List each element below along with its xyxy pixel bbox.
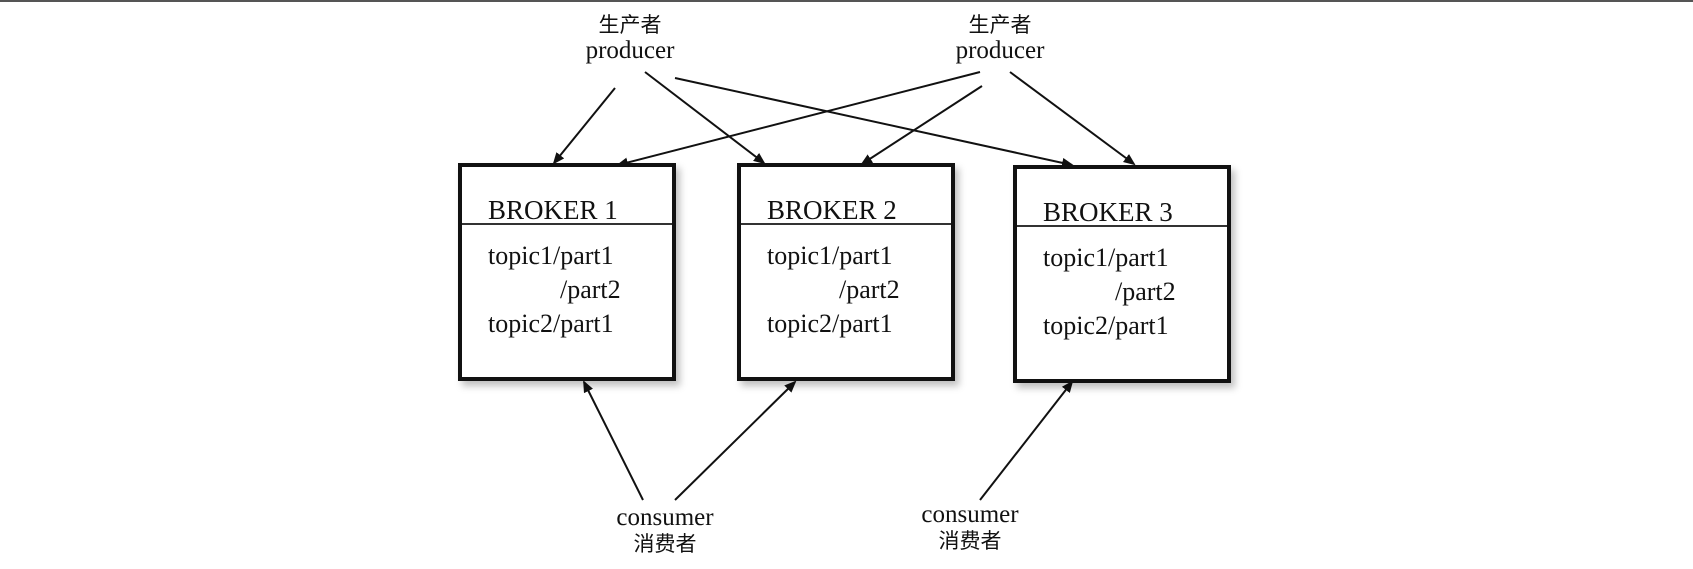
broker-title: BROKER 2 <box>741 167 951 225</box>
edge-consumer2-broker3 <box>979 380 1074 501</box>
producer-label-zh: 生产者 <box>598 13 662 37</box>
edge-producer1-broker3 <box>674 77 1074 168</box>
edge-consumer1-broker1 <box>583 380 644 501</box>
producer-label-en: producer <box>955 37 1045 64</box>
consumer-node-2: consumer 消费者 <box>890 502 1050 554</box>
producer-node-2: 生产者 producer <box>920 12 1080 64</box>
edge-producer2-broker3 <box>1009 71 1136 166</box>
partition-line: /part2 <box>560 275 621 304</box>
edge-producer1-broker2 <box>644 71 766 165</box>
partition-line: topic2/part1 <box>1043 311 1169 340</box>
consumer-node-1: consumer 消费者 <box>585 505 745 557</box>
partition-line: topic2/part1 <box>767 309 893 338</box>
consumer-label-en: consumer <box>921 501 1019 528</box>
partition-line: topic1/part1 <box>488 241 614 270</box>
partition-line: topic2/part1 <box>488 309 614 338</box>
broker-box-1: BROKER 1 topic1/part1 /part2 topic2/part… <box>458 163 676 381</box>
partition-line: /part2 <box>1115 277 1176 306</box>
edge-consumer1-broker2 <box>674 380 797 501</box>
edge-producer2-broker1 <box>616 71 981 168</box>
producer-label-zh: 生产者 <box>968 13 1032 37</box>
broker-title: BROKER 3 <box>1017 169 1227 227</box>
partition-line: topic1/part1 <box>767 241 893 270</box>
partition-line: /part2 <box>839 275 900 304</box>
consumer-label-en: consumer <box>616 504 714 531</box>
broker-partitions: topic1/part1 /part2 topic2/part1 <box>1017 227 1227 343</box>
broker-box-2: BROKER 2 topic1/part1 /part2 topic2/part… <box>737 163 955 381</box>
broker-title: BROKER 1 <box>462 167 672 225</box>
broker-partitions: topic1/part1 /part2 topic2/part1 <box>741 225 951 341</box>
producer-node-1: 生产者 producer <box>550 12 710 64</box>
broker-box-3: BROKER 3 topic1/part1 /part2 topic2/part… <box>1013 165 1231 383</box>
edge-producer1-broker1 <box>552 87 616 165</box>
broker-partitions: topic1/part1 /part2 topic2/part1 <box>462 225 672 341</box>
partition-line: topic1/part1 <box>1043 243 1169 272</box>
consumer-label-zh: 消费者 <box>633 532 697 556</box>
consumer-label-zh: 消费者 <box>938 529 1002 553</box>
producer-label-en: producer <box>585 37 675 64</box>
